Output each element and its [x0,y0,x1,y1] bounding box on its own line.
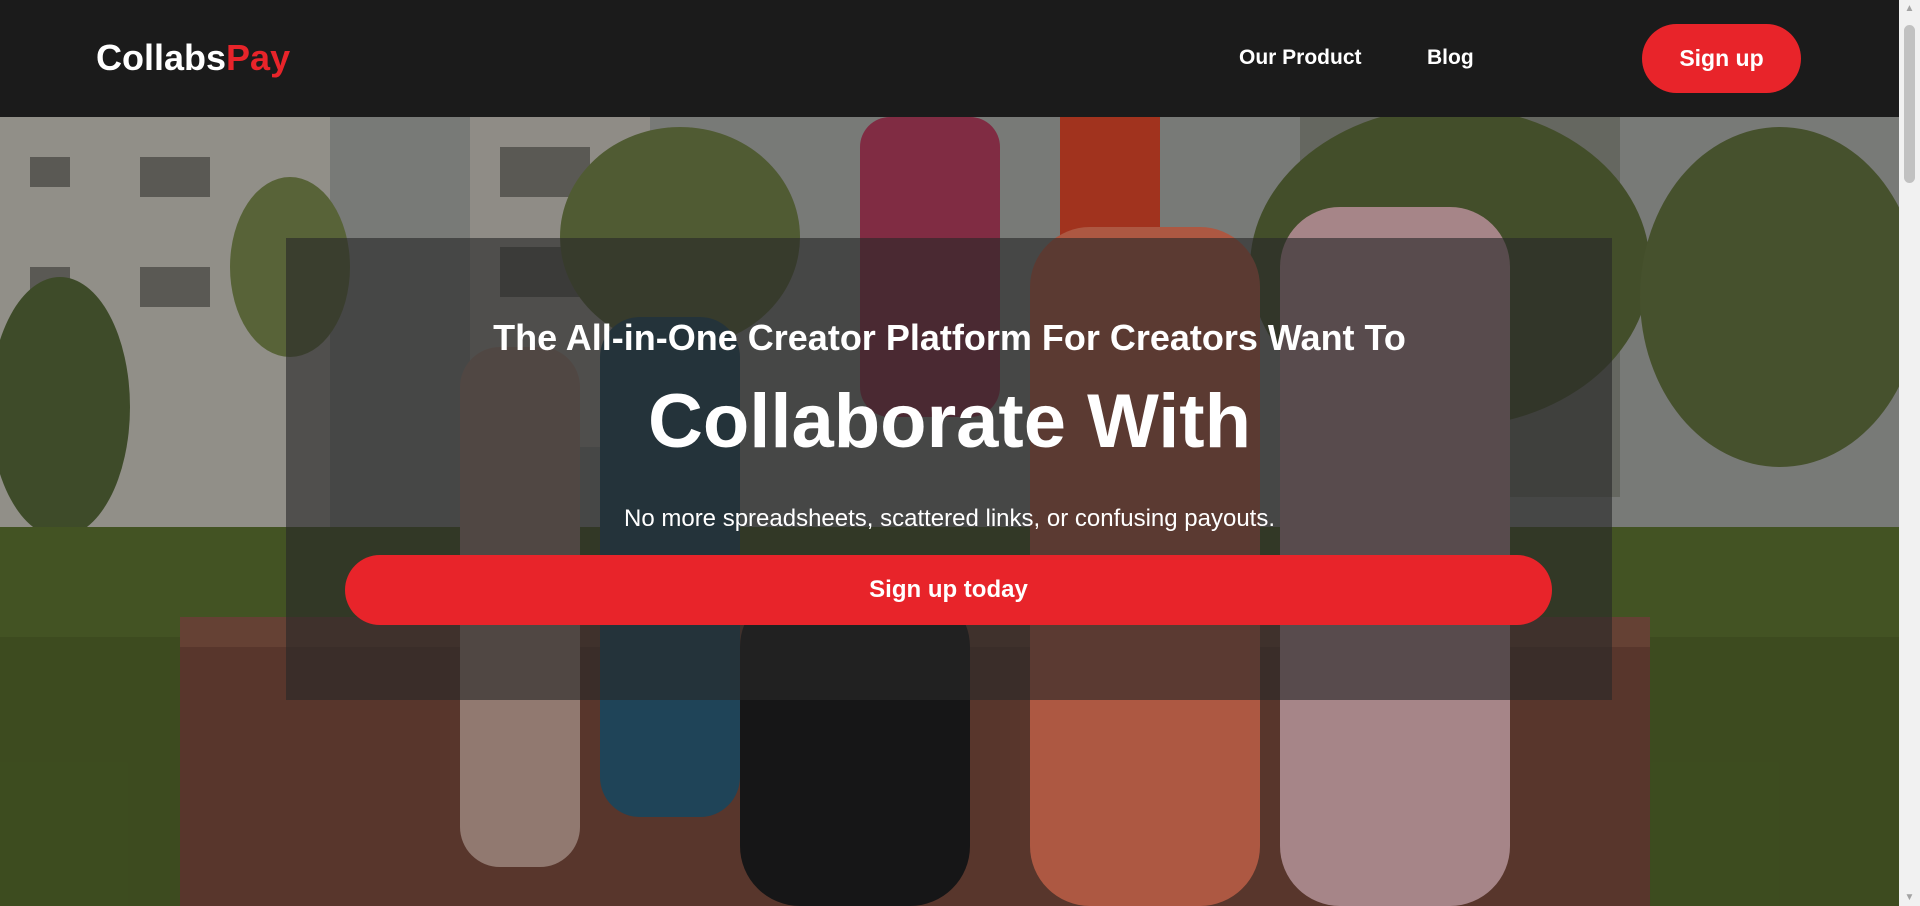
nav-our-product[interactable]: Our Product [1239,44,1362,72]
logo[interactable]: CollabsPay [96,35,290,81]
site-header: CollabsPay Our Product Blog Sign up [0,0,1899,117]
header-signup-button[interactable]: Sign up [1642,24,1801,93]
hero-kicker: The All-in-One Creator Platform For Crea… [493,317,1406,358]
page-scrollbar[interactable]: ▲ ▼ [1899,0,1920,906]
hero-section: The All-in-One Creator Platform For Crea… [0,117,1899,906]
hero-subtitle: No more spreadsheets, scattered links, o… [624,505,1275,532]
hero-title: Collaborate With [647,379,1252,464]
signup-today-button[interactable]: Sign up today [345,555,1552,625]
logo-text-collabs: Collabs [96,37,227,78]
scrollbar-thumb[interactable] [1904,25,1915,183]
nav-blog[interactable]: Blog [1427,44,1474,72]
logo-text-pay: Pay [226,37,291,78]
triangle-up-icon[interactable]: ▲ [1899,0,1920,17]
triangle-down-icon[interactable]: ▼ [1899,889,1920,906]
hero-overlay-card [286,238,1612,700]
